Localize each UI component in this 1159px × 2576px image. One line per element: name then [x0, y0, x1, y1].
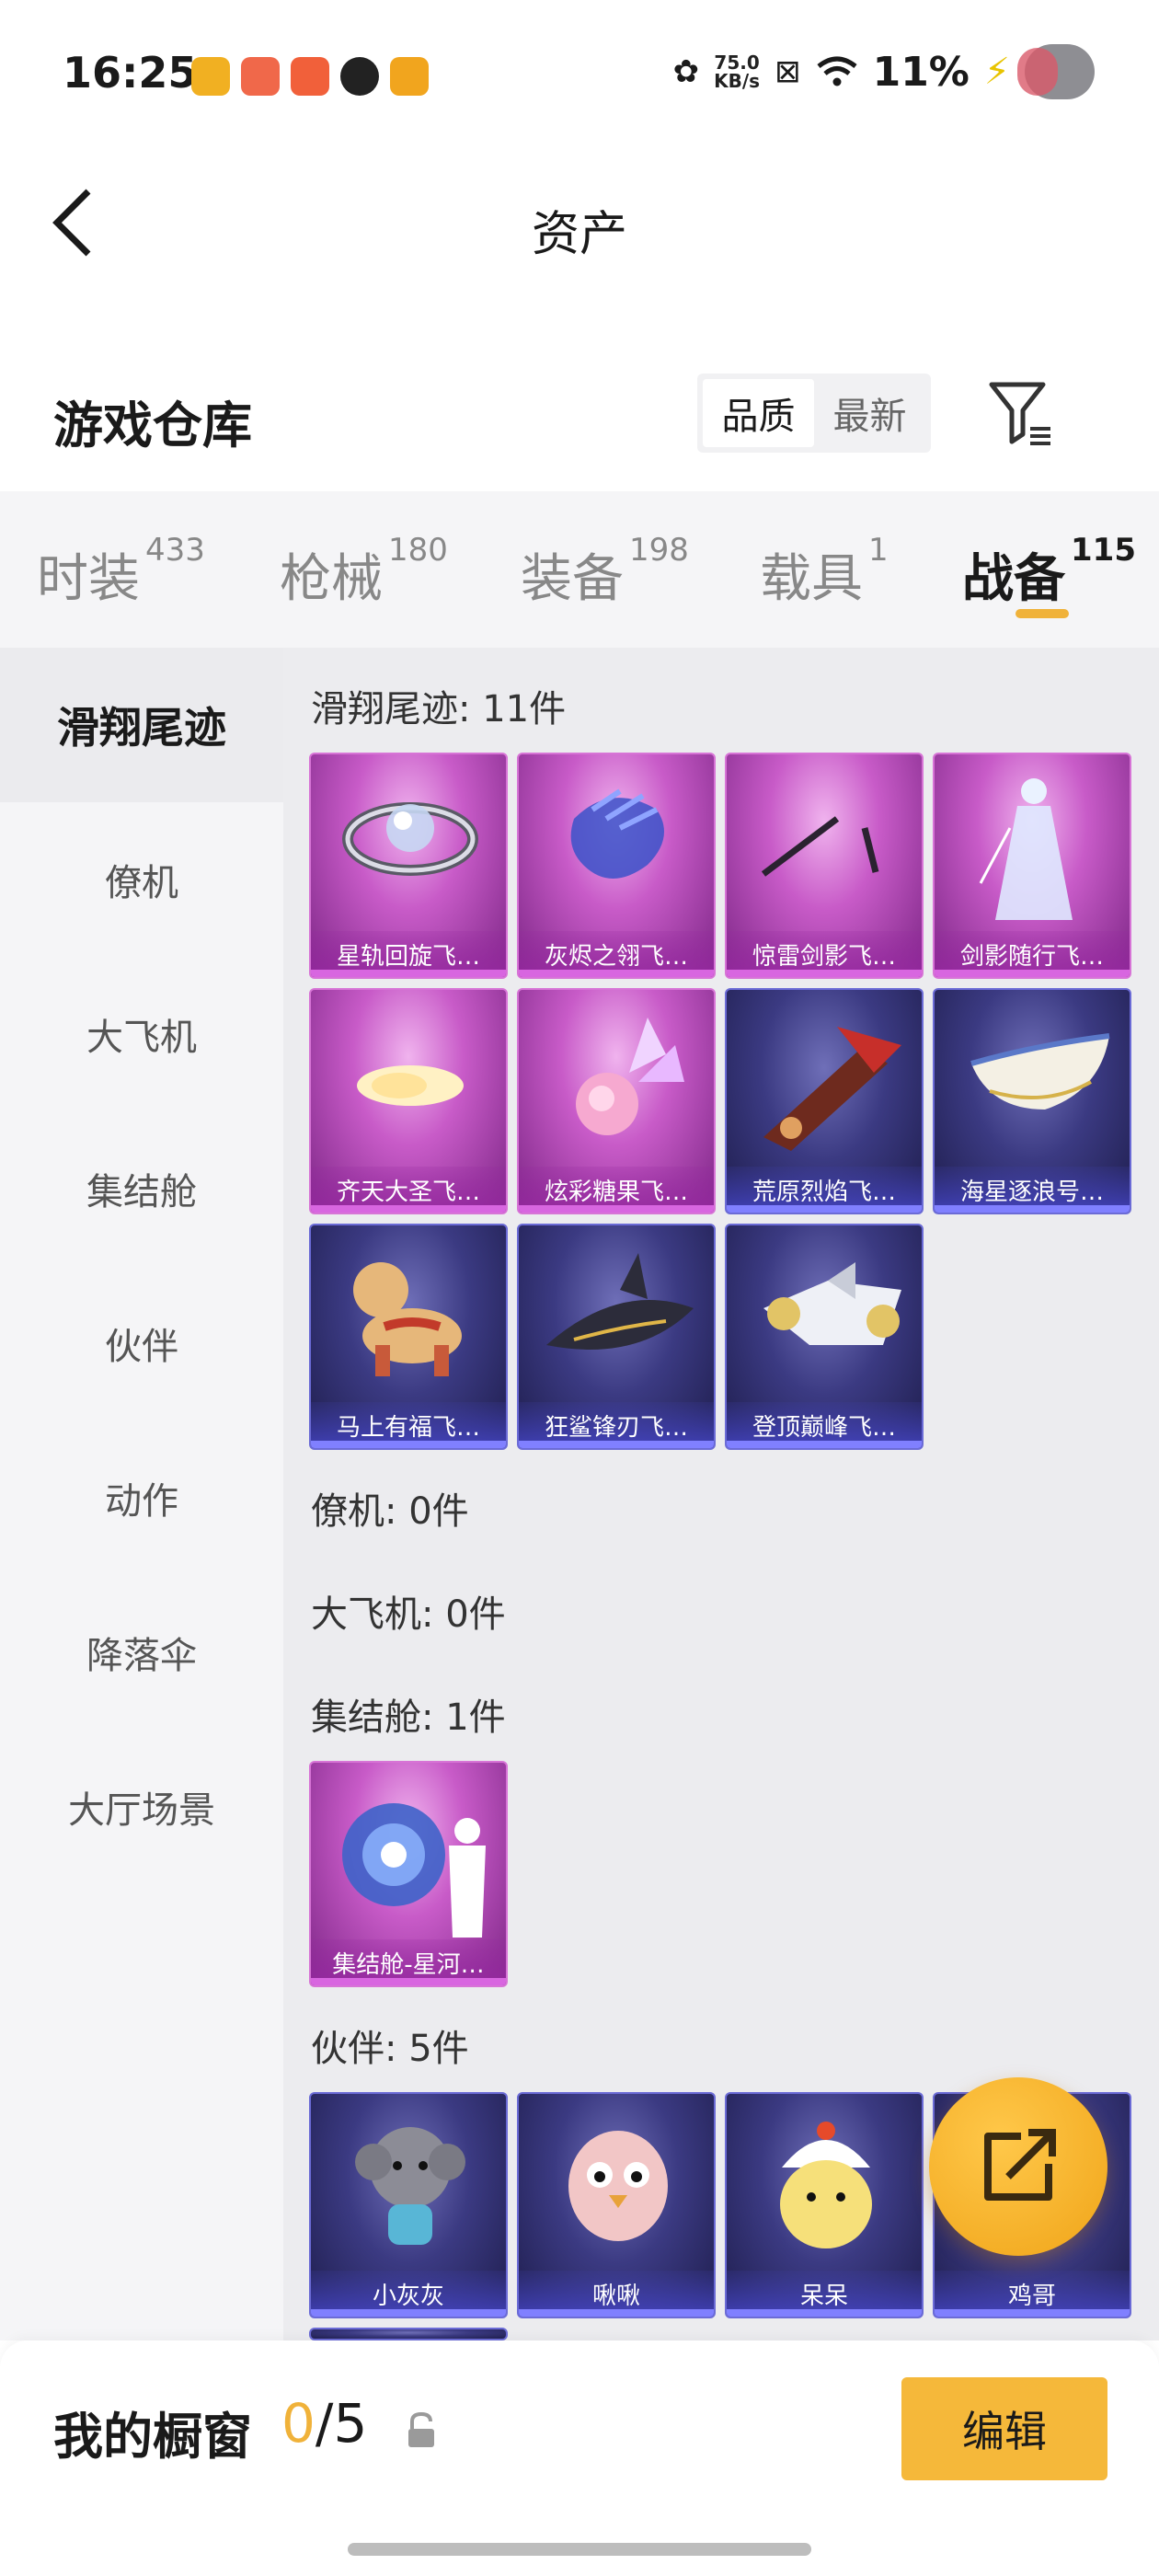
- share-button[interactable]: [929, 2077, 1107, 2256]
- warehouse-title: 游戏仓库: [53, 397, 252, 454]
- item-image: [763, 1027, 901, 1151]
- category-tabs: 时装 433 枪械 180 装备 198 载具 1 战备 115: [0, 491, 1159, 648]
- tab-firearms[interactable]: 枪械 180: [280, 532, 448, 612]
- item-card[interactable]: 炫彩糖果飞…: [517, 988, 716, 1214]
- edit-button[interactable]: 编辑: [901, 2377, 1107, 2480]
- rarity-bar: [727, 2309, 922, 2317]
- active-tab-indicator: [1016, 609, 1069, 618]
- sort-option-latest[interactable]: 最新: [814, 379, 925, 447]
- sort-option-quality[interactable]: 品质: [703, 379, 814, 447]
- item-image: [761, 816, 879, 877]
- avatar: [1017, 44, 1095, 99]
- rarity-bar: [519, 1205, 714, 1213]
- item-image: [353, 1262, 462, 1376]
- rarity-bar: [311, 2309, 506, 2317]
- item-card[interactable]: 集结舱-星河…: [309, 1761, 508, 1987]
- item-card[interactable]: 狂鲨锋刃飞…: [517, 1224, 716, 1450]
- section-title-glide-trail: 滑翔尾迹: 11件: [311, 688, 567, 730]
- item-image: [355, 2127, 465, 2245]
- tab-equipment[interactable]: 装备 198: [521, 532, 689, 612]
- flower-icon: ✿: [672, 53, 700, 90]
- section-title-wingman: 僚机: 0件: [311, 1490, 469, 1533]
- rarity-bar: [935, 2309, 1130, 2317]
- item-image: [568, 2131, 668, 2241]
- showcase-bar: 我的橱窗 0/5 编辑: [0, 2340, 1159, 2576]
- item-card[interactable]: 海星逐浪号…: [933, 988, 1131, 1214]
- status-time: 16:25: [63, 48, 198, 98]
- battery-level: 11%: [872, 48, 970, 96]
- rarity-bar: [311, 1441, 506, 1448]
- filter-icon[interactable]: [988, 377, 1054, 451]
- item-card[interactable]: 啾啾: [517, 2092, 716, 2318]
- tab-vehicles[interactable]: 载具 1: [760, 532, 889, 612]
- item-image: [357, 1065, 464, 1106]
- app-notification-icon: [241, 57, 280, 96]
- rarity-bar: [311, 1978, 506, 1985]
- charging-icon: ⚡: [983, 51, 1010, 93]
- item-card[interactable]: 惊雷剑影飞…: [725, 753, 924, 979]
- item-card[interactable]: [309, 2328, 508, 2340]
- home-indicator[interactable]: [348, 2543, 811, 2556]
- rarity-bar: [519, 1441, 714, 1448]
- lock-icon: [408, 2411, 434, 2447]
- rarity-bar: [727, 970, 922, 977]
- section-title-partner: 伙伴: 5件: [311, 2028, 469, 2070]
- item-card[interactable]: 小灰灰: [309, 2092, 508, 2318]
- rarity-bar: [311, 1205, 506, 1213]
- sidebar-item-big-plane[interactable]: 大飞机: [0, 957, 283, 1111]
- item-card[interactable]: 荒原烈焰飞…: [725, 988, 924, 1214]
- sidebar-item-glide-trail[interactable]: 滑翔尾迹: [0, 648, 283, 802]
- rarity-bar: [935, 1205, 1130, 1213]
- showcase-count: 0/5: [281, 2392, 368, 2455]
- sidebar-item-wingman[interactable]: 僚机: [0, 802, 283, 957]
- item-card[interactable]: 剑影随行飞…: [933, 753, 1131, 979]
- status-bar: 16:25 ✿ 75.0 KB/s ⊠ 11% ⚡: [0, 0, 1159, 147]
- item-card[interactable]: 灰烬之翎飞…: [517, 753, 716, 979]
- tab-fashion[interactable]: 时装 433: [37, 532, 205, 612]
- item-image: [342, 1803, 486, 1938]
- item-card[interactable]: 齐天大圣飞…: [309, 988, 508, 1214]
- sidebar-item-lobby-scene[interactable]: 大厅场景: [0, 1730, 283, 1884]
- item-image: [970, 1033, 1110, 1110]
- section-title-big-plane: 大飞机: 0件: [311, 1593, 506, 1636]
- item-image: [342, 802, 478, 876]
- rarity-bar: [727, 1441, 922, 1448]
- showcase-title: 我的橱窗: [53, 2408, 252, 2466]
- item-image: [979, 778, 1073, 920]
- app-notification-icon: [390, 57, 429, 96]
- sim-off-icon: ⊠: [775, 53, 801, 90]
- app-notification-icon: [191, 57, 230, 96]
- sort-toggle: 品质 最新: [697, 374, 931, 453]
- item-card[interactable]: 呆呆: [725, 2092, 924, 2318]
- rarity-bar: [935, 970, 1130, 977]
- sidebar: 滑翔尾迹 僚机 大飞机 集结舱 伙伴 动作 降落伞 大厅场景: [0, 648, 283, 2340]
- page-title: 资产: [531, 207, 627, 262]
- item-card[interactable]: 星轨回旋飞…: [309, 753, 508, 979]
- network-speed: 75.0 KB/s: [714, 52, 761, 92]
- wifi-icon: [817, 56, 857, 86]
- status-right: ✿ 75.0 KB/s ⊠ 11% ⚡: [672, 44, 1095, 99]
- item-image: [576, 1018, 684, 1135]
- item-image: [763, 1262, 901, 1345]
- item-image: [546, 1253, 694, 1350]
- item-image: [570, 788, 664, 879]
- rarity-bar: [311, 970, 506, 977]
- rarity-bar: [519, 2309, 714, 2317]
- item-card[interactable]: 登顶巅峰飞…: [725, 1224, 924, 1450]
- sidebar-item-assembly-pod[interactable]: 集结舱: [0, 1111, 283, 1266]
- tab-combat-gear[interactable]: 战备 115: [962, 532, 1136, 612]
- rarity-bar: [727, 1205, 922, 1213]
- item-card[interactable]: 马上有福飞…: [309, 1224, 508, 1450]
- share-icon: [984, 2129, 1056, 2201]
- header: 资产: [0, 147, 1159, 304]
- app-notification-icon: [291, 57, 329, 96]
- sidebar-item-partner[interactable]: 伙伴: [0, 1266, 283, 1420]
- sidebar-item-parachute[interactable]: 降落伞: [0, 1575, 283, 1730]
- rarity-bar: [519, 970, 714, 977]
- sidebar-item-action[interactable]: 动作: [0, 1420, 283, 1575]
- section-title-assembly-pod: 集结舱: 1件: [311, 1696, 506, 1739]
- status-app-icons: [191, 57, 429, 96]
- app-notification-icon: [340, 57, 379, 96]
- item-image: [780, 2122, 872, 2248]
